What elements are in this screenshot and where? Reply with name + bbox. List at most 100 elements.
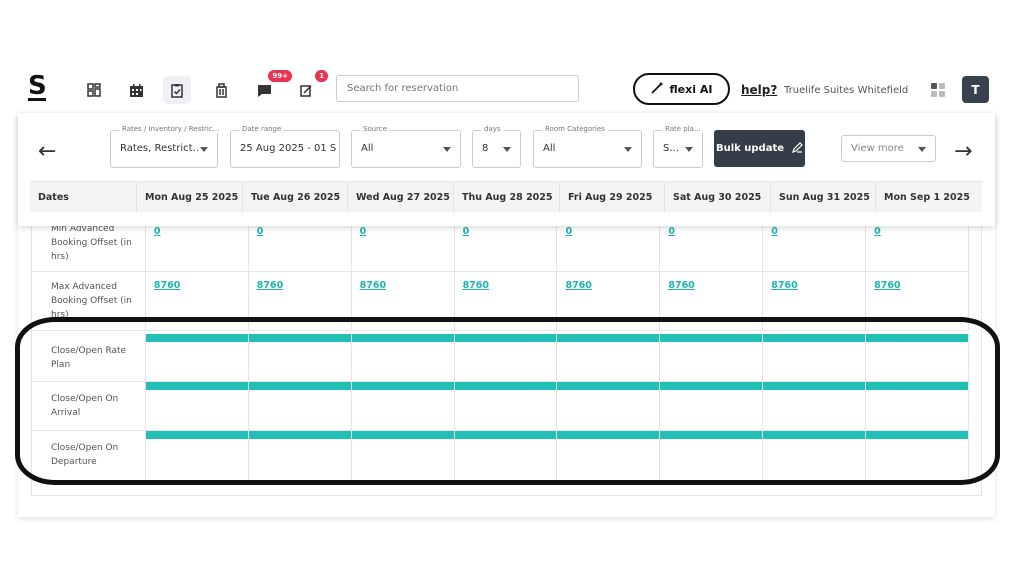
toggle-cell[interactable] — [248, 382, 352, 430]
chevron-down-icon — [443, 147, 451, 152]
toggle-bar[interactable] — [763, 382, 866, 390]
table-cell-link[interactable]: 8760 — [660, 272, 764, 330]
toggle-bar[interactable] — [557, 382, 660, 390]
table-row: Close/Open On Departure — [31, 431, 970, 481]
toggle-bar[interactable] — [557, 431, 660, 439]
table-cell-link[interactable]: 8760 — [352, 272, 455, 330]
row-label: Max Advanced Booking Offset (in hrs) — [31, 272, 146, 330]
toggle-bar[interactable] — [763, 334, 866, 342]
toggle-cell[interactable] — [866, 382, 970, 430]
calendar-icon[interactable] — [122, 76, 150, 104]
table-row: Min Advanced Booking Offset (in hrs) 0 0… — [31, 218, 970, 272]
table-cell-link[interactable]: 8760 — [249, 272, 352, 330]
toggle-bar[interactable] — [454, 334, 557, 342]
toggle-cell[interactable] — [351, 431, 455, 480]
clipboard-check-icon[interactable] — [163, 76, 191, 104]
bulk-update-button[interactable]: Bulk update — [714, 130, 805, 167]
arrow-left-icon[interactable]: ← — [38, 139, 56, 164]
restrictions-grid: Min Advanced Booking Offset (in hrs) 0 0… — [31, 218, 982, 496]
toggle-cell[interactable] — [557, 431, 661, 480]
flexi-ai-button[interactable]: flexi AI — [633, 73, 730, 105]
luggage-icon[interactable] — [207, 76, 235, 104]
hotel-name[interactable]: Truelife Suites Whitefield — [784, 85, 908, 96]
date-header: Fri Aug 29 2025 — [560, 182, 665, 213]
toggle-cell[interactable] — [866, 431, 970, 480]
search-input[interactable] — [336, 75, 579, 102]
toggle-cell[interactable] — [145, 431, 249, 480]
toggle-bar[interactable] — [351, 334, 454, 342]
date-range-field[interactable]: Date range 25 Aug 2025 - 01 Se — [230, 125, 340, 168]
toggle-cell[interactable] — [351, 334, 455, 381]
toggle-cell[interactable] — [351, 382, 455, 430]
view-more-select[interactable]: View more — [841, 135, 936, 162]
toggle-bar[interactable] — [248, 431, 351, 439]
toggle-bar[interactable] — [145, 431, 248, 439]
toggle-bar[interactable] — [557, 334, 660, 342]
toggle-bar[interactable] — [866, 382, 969, 390]
chat-icon[interactable]: 99+ — [250, 70, 292, 104]
toggle-cell[interactable] — [866, 334, 970, 381]
source-value: All — [361, 143, 374, 154]
table-cell-link[interactable]: 8760 — [146, 272, 249, 330]
toggle-bar[interactable] — [866, 431, 969, 439]
table-cell-link[interactable]: 8760 — [866, 272, 970, 330]
date-header: Thu Aug 28 2025 — [454, 182, 560, 213]
top-navigation-bar: S 99+ 1 flexi AI help? Truelife Suites W… — [0, 70, 1024, 110]
toggle-cell[interactable] — [557, 382, 661, 430]
toggle-bar[interactable] — [866, 334, 969, 342]
toggle-cell[interactable] — [145, 382, 249, 430]
rate-plan-select[interactable]: Rate pla... S... — [653, 125, 704, 168]
days-select[interactable]: days 8 — [472, 125, 521, 168]
room-categories-select[interactable]: Room Categories All — [533, 125, 642, 168]
toggle-cell[interactable] — [454, 382, 558, 430]
row-label: Close/Open Rate Plan — [31, 334, 146, 381]
toggle-cell[interactable] — [660, 382, 764, 430]
rates-inventory-label: Rates / Inventory / Restric... — [119, 125, 223, 133]
table-cell-link[interactable]: 8760 — [455, 272, 558, 330]
toggle-cell[interactable] — [763, 334, 867, 381]
toggle-bar[interactable] — [660, 431, 763, 439]
table-cell-link[interactable]: 8760 — [763, 272, 867, 330]
toggle-cell[interactable] — [660, 431, 764, 480]
rates-inventory-select[interactable]: Rates / Inventory / Restric... Rates, Re… — [110, 125, 223, 168]
toggle-bar[interactable] — [248, 382, 351, 390]
table-cell-link[interactable]: 8760 — [557, 272, 661, 330]
toggle-bar[interactable] — [454, 431, 557, 439]
toggle-cell[interactable] — [763, 431, 867, 480]
toggle-bar[interactable] — [660, 334, 763, 342]
date-header: Tue Aug 26 2025 — [243, 182, 348, 213]
toggle-cell[interactable] — [248, 334, 352, 381]
user-avatar[interactable]: T — [962, 76, 989, 103]
arrow-right-icon[interactable]: → — [954, 139, 972, 164]
toggle-bar[interactable] — [145, 334, 248, 342]
row-label: Close/Open On Departure — [31, 431, 146, 480]
bulk-update-label: Bulk update — [715, 143, 785, 154]
toggle-cell[interactable] — [145, 334, 249, 381]
date-header: Mon Aug 25 2025 — [137, 182, 243, 213]
toggle-bar[interactable] — [351, 382, 454, 390]
toggle-cell[interactable] — [454, 334, 558, 381]
table-row: Close/Open On Arrival — [31, 382, 970, 431]
toggle-cell[interactable] — [557, 334, 661, 381]
toggle-bar[interactable] — [763, 431, 866, 439]
app-logo[interactable]: S — [28, 73, 47, 101]
help-link[interactable]: help? — [741, 83, 777, 97]
apps-grid-icon[interactable] — [931, 82, 945, 97]
filters-panel: ← Rates / Inventory / Restric... Rates, … — [18, 113, 995, 226]
notes-icon[interactable]: 1 — [292, 70, 328, 104]
toggle-bar[interactable] — [351, 431, 454, 439]
toggle-cell[interactable] — [763, 382, 867, 430]
dashboard-icon[interactable] — [80, 76, 108, 104]
date-range-value: 25 Aug 2025 - 01 Se — [240, 143, 336, 154]
days-value: 8 — [482, 143, 489, 154]
source-select[interactable]: Source All — [351, 125, 461, 168]
chevron-down-icon — [624, 147, 632, 152]
toggle-bar[interactable] — [660, 382, 763, 390]
toggle-cell[interactable] — [248, 431, 352, 480]
toggle-cell[interactable] — [454, 431, 558, 480]
toggle-bar[interactable] — [248, 334, 351, 342]
toggle-cell[interactable] — [660, 334, 764, 381]
rate-plan-label: Rate pla... — [662, 125, 704, 133]
toggle-bar[interactable] — [454, 382, 557, 390]
toggle-bar[interactable] — [145, 382, 248, 390]
